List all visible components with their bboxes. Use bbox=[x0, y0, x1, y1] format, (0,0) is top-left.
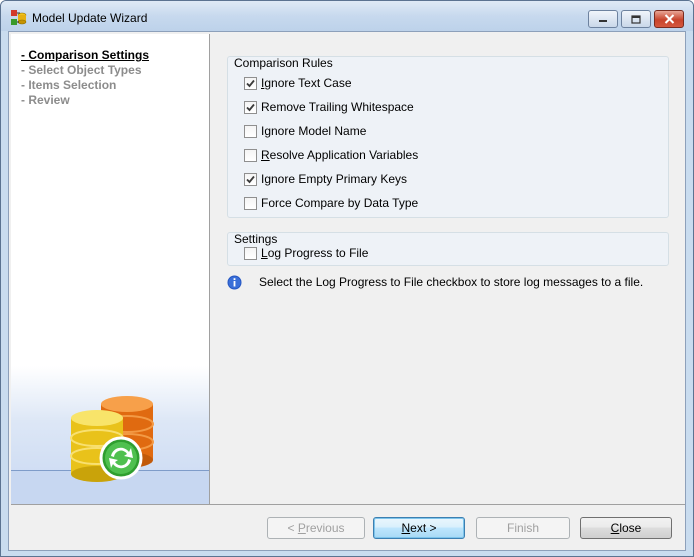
remove-trailing-whitespace-checkbox[interactable]: Remove Trailing Whitespace bbox=[244, 99, 414, 115]
resolve-application-variables-label: Resolve Application Variables bbox=[261, 148, 418, 162]
wizard-banner bbox=[11, 366, 209, 504]
window-title: Model Update Wizard bbox=[32, 11, 148, 25]
comparison-rules-group: Comparison Rules Ignore Text Case Remove… bbox=[227, 56, 669, 218]
button-prefix: < bbox=[287, 521, 298, 535]
log-progress-label: Log Progress to File bbox=[261, 246, 368, 260]
footer-divider bbox=[11, 504, 685, 505]
checkbox-box[interactable] bbox=[244, 246, 257, 260]
resolve-application-variables-checkbox[interactable]: Resolve Application Variables bbox=[244, 147, 418, 163]
checkbox-box[interactable] bbox=[244, 172, 257, 186]
info-text: Select the Log Progress to File checkbox… bbox=[259, 275, 644, 289]
steps-nav: - Comparison Settings - Select Object Ty… bbox=[21, 48, 149, 108]
nav-step-review[interactable]: - Review bbox=[21, 93, 149, 108]
app-icon bbox=[11, 10, 27, 25]
checkmark-icon bbox=[246, 175, 255, 183]
force-compare-by-data-type-label: Force Compare by Data Type bbox=[261, 196, 419, 210]
nav-step-select-object-types[interactable]: - Select Object Types bbox=[21, 63, 149, 78]
button-label-rest: ext > bbox=[410, 521, 437, 535]
title-bar[interactable]: Model Update Wizard bbox=[1, 1, 693, 31]
checkbox-box[interactable] bbox=[244, 148, 257, 162]
comparison-rules-label: Comparison Rules bbox=[234, 56, 333, 70]
minimize-button[interactable] bbox=[588, 10, 618, 28]
maximize-button[interactable] bbox=[621, 10, 651, 28]
checkbox-box[interactable] bbox=[244, 100, 257, 114]
label-rest: esolve Application Variables bbox=[269, 148, 419, 162]
database-sync-icon bbox=[70, 396, 154, 482]
ignore-empty-primary-keys-label: Ignore Empty Primary Keys bbox=[261, 172, 408, 186]
mnemonic-char: N bbox=[401, 521, 411, 535]
wizard-client-area: - Comparison Settings - Select Object Ty… bbox=[8, 31, 686, 551]
close-window-button[interactable] bbox=[654, 10, 684, 28]
checkmark-icon bbox=[246, 79, 255, 87]
mnemonic-char: R bbox=[261, 148, 270, 162]
close-button[interactable]: Close bbox=[580, 517, 672, 539]
info-icon bbox=[227, 275, 242, 289]
button-label-rest: revious bbox=[305, 521, 345, 535]
mnemonic-char: P bbox=[297, 521, 306, 535]
finish-button[interactable]: Finish bbox=[476, 517, 570, 539]
checkbox-box[interactable] bbox=[244, 196, 257, 210]
minimize-icon bbox=[599, 20, 607, 22]
label-rest: gnore Text Case bbox=[264, 76, 352, 90]
nav-step-items-selection[interactable]: - Items Selection bbox=[21, 78, 149, 93]
log-progress-checkbox[interactable]: Log Progress to File bbox=[244, 245, 368, 261]
maximize-icon bbox=[631, 14, 641, 24]
settings-label: Settings bbox=[234, 232, 278, 246]
next-button[interactable]: Next > bbox=[373, 517, 465, 539]
ignore-text-case-checkbox[interactable]: Ignore Text Case bbox=[244, 75, 352, 91]
remove-trailing-whitespace-label: Remove Trailing Whitespace bbox=[261, 100, 414, 114]
button-label-rest: lose bbox=[619, 521, 642, 535]
checkmark-icon bbox=[246, 103, 255, 111]
ignore-model-name-checkbox[interactable]: Ignore Model Name bbox=[244, 123, 366, 139]
mnemonic-char: L bbox=[261, 246, 268, 260]
checkbox-box[interactable] bbox=[244, 124, 257, 138]
label-rest: og Progress to File bbox=[267, 246, 369, 260]
close-icon bbox=[664, 14, 674, 24]
info-message: Select the Log Progress to File checkbox… bbox=[227, 274, 643, 290]
nav-step-comparison-settings[interactable]: - Comparison Settings bbox=[21, 48, 149, 63]
previous-button[interactable]: < Previous bbox=[267, 517, 365, 539]
ignore-model-name-label: Ignore Model Name bbox=[261, 124, 367, 138]
force-compare-by-data-type-checkbox[interactable]: Force Compare by Data Type bbox=[244, 195, 418, 211]
settings-group: Settings Log Progress to File bbox=[227, 232, 669, 266]
wizard-window: Model Update Wizard - Comparison Setting… bbox=[0, 0, 694, 557]
steps-pane: - Comparison Settings - Select Object Ty… bbox=[11, 34, 210, 504]
settings-pane: Comparison Rules Ignore Text Case Remove… bbox=[211, 34, 685, 504]
checkbox-box[interactable] bbox=[244, 76, 257, 90]
ignore-empty-primary-keys-checkbox[interactable]: Ignore Empty Primary Keys bbox=[244, 171, 407, 187]
ignore-text-case-label: Ignore Text Case bbox=[261, 76, 352, 90]
